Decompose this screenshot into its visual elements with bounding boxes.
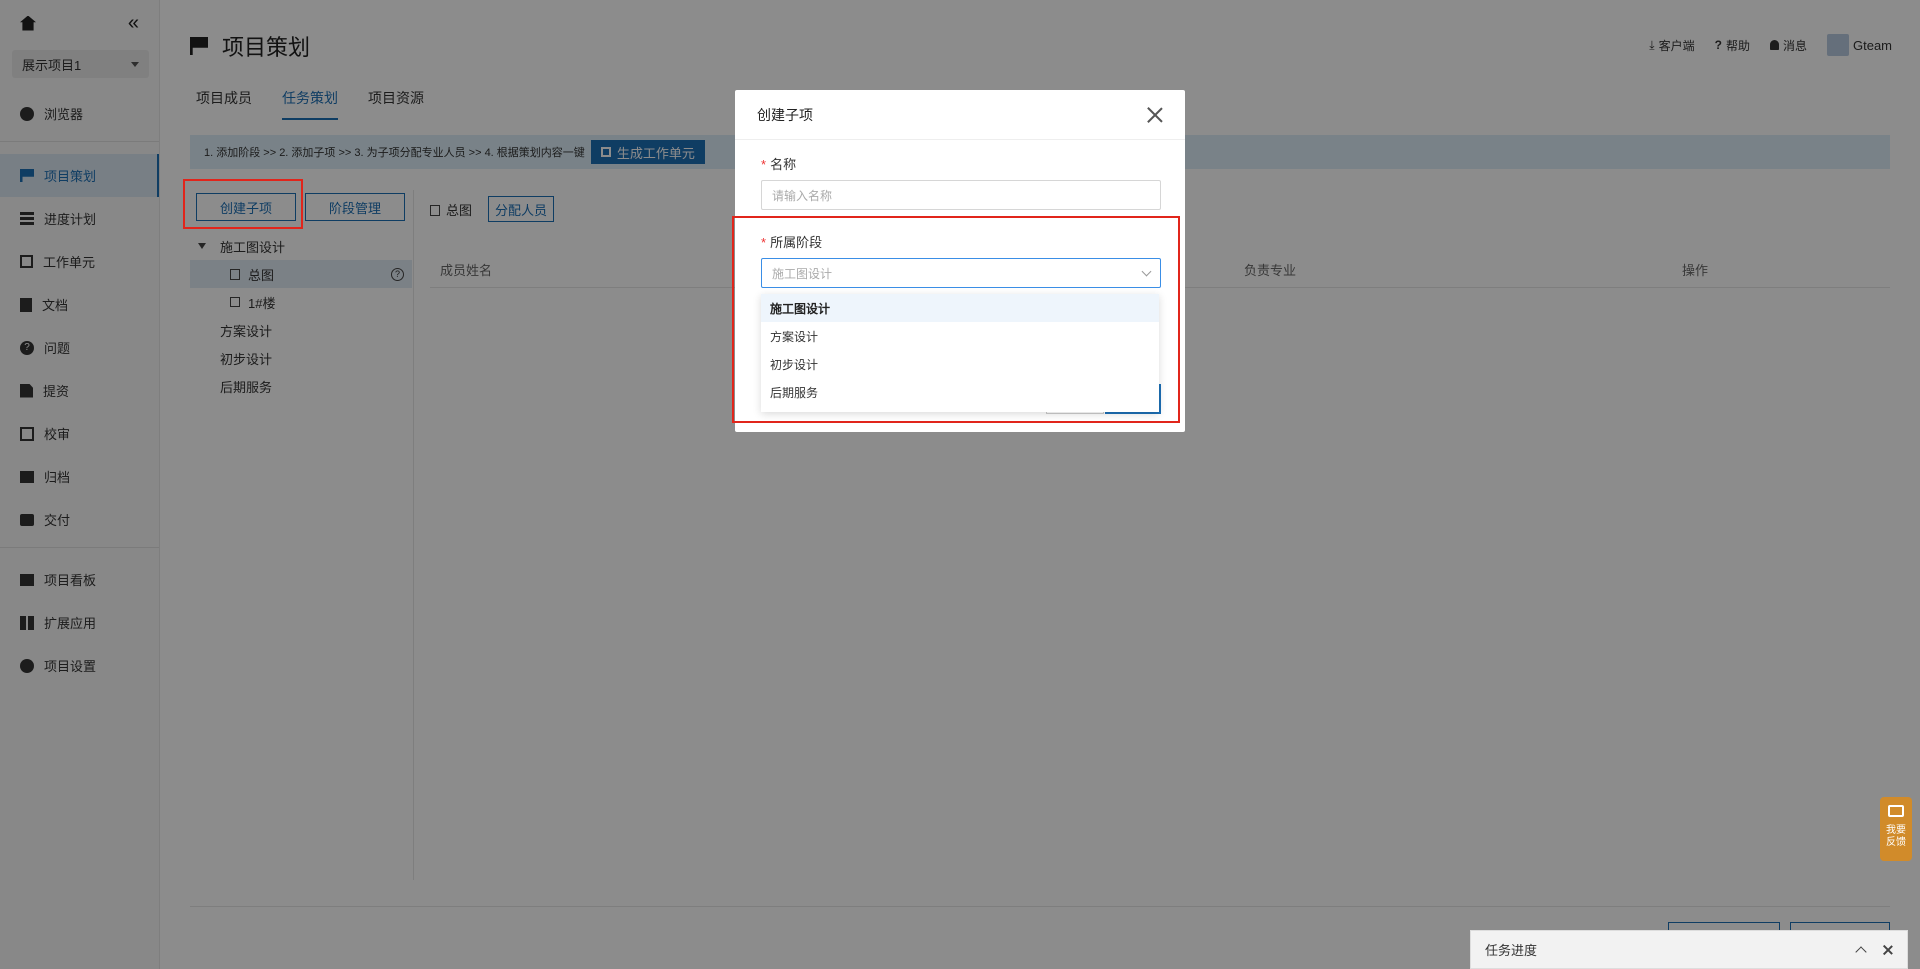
dialog-title: 创建子项	[757, 106, 813, 123]
dialog-header: 创建子项	[735, 90, 1185, 140]
name-label: * 名称	[761, 157, 797, 172]
highlight-box	[732, 216, 1180, 423]
task-panel-controls	[1855, 944, 1893, 958]
name-input[interactable]: 请输入名称	[761, 180, 1161, 210]
feedback-widget[interactable]: 我要 反馈	[1880, 797, 1912, 861]
expand-icon[interactable]	[1855, 945, 1867, 958]
highlight-box	[183, 179, 303, 229]
feedback-line: 我要	[1886, 825, 1906, 836]
name-placeholder: 请输入名称	[772, 188, 833, 203]
feedback-line: 反馈	[1886, 837, 1906, 848]
close-icon[interactable]	[1883, 945, 1893, 955]
name-label-text: 名称	[770, 157, 797, 172]
chat-icon	[1888, 805, 1904, 817]
close-icon[interactable]	[1147, 107, 1163, 123]
task-progress-panel: 任务进度	[1470, 930, 1908, 969]
task-panel-title: 任务进度	[1485, 943, 1538, 958]
